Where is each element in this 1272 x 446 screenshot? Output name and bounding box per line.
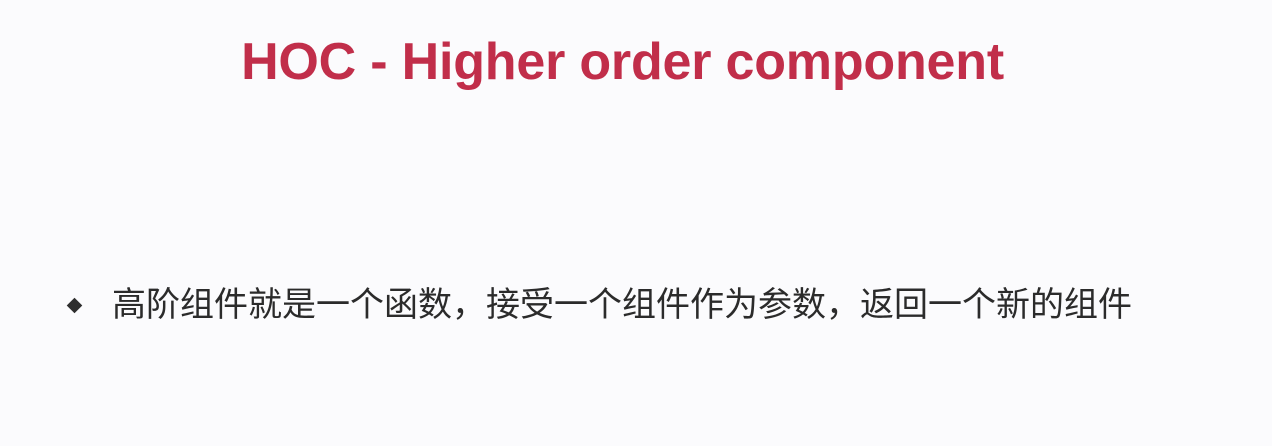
bullet-item: 高阶组件就是一个函数，接受一个组件作为参数，返回一个新的组件 <box>66 282 1132 328</box>
slide-title: HOC - Higher order component <box>241 33 1004 91</box>
diamond-bullet-icon <box>66 297 83 313</box>
bullet-text: 高阶组件就是一个函数，接受一个组件作为参数，返回一个新的组件 <box>112 285 1132 325</box>
slide: HOC - Higher order component 高阶组件就是一个函数，… <box>0 0 1272 446</box>
